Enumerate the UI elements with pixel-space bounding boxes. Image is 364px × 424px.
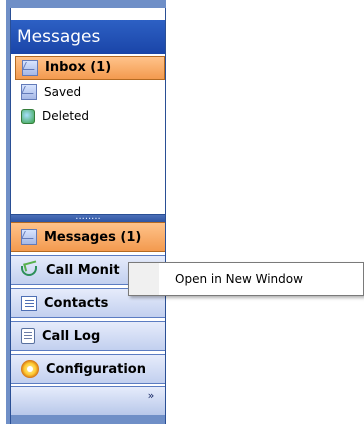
folder-item-inbox[interactable]: Inbox (1) bbox=[15, 56, 165, 80]
call-monitor-icon bbox=[21, 262, 39, 278]
folder-label: Inbox (1) bbox=[45, 60, 112, 75]
menu-item-open-new-window[interactable]: Open in New Window bbox=[175, 263, 303, 295]
call-log-icon bbox=[21, 328, 35, 344]
folder-list: Inbox (1) Saved Deleted bbox=[15, 56, 165, 128]
folder-item-deleted[interactable]: Deleted bbox=[15, 104, 165, 128]
folder-label: Deleted bbox=[42, 109, 90, 123]
contacts-icon bbox=[21, 295, 37, 311]
nav-label: Configuration bbox=[46, 361, 146, 377]
splitter-grip: ........ bbox=[75, 211, 101, 222]
nav-button-configuration[interactable]: Configuration bbox=[11, 354, 165, 384]
menu-icon-gutter bbox=[129, 263, 159, 295]
nav-label: Call Monit bbox=[46, 262, 120, 278]
context-menu: Open in New Window bbox=[128, 262, 364, 296]
nav-label: Messages (1) bbox=[44, 229, 142, 245]
chevron-down-icon[interactable]: » bbox=[145, 390, 157, 408]
envelope-icon bbox=[21, 229, 37, 245]
folder-item-saved[interactable]: Saved bbox=[15, 80, 165, 104]
pane-header: Messages bbox=[11, 20, 165, 54]
pane-title: Messages bbox=[17, 27, 101, 47]
navigation-pane: Messages Inbox (1) Saved Deleted .......… bbox=[10, 8, 166, 424]
nav-button-call-log[interactable]: Call Log bbox=[11, 321, 165, 351]
nav-label: Call Log bbox=[42, 328, 101, 344]
bottom-strip bbox=[11, 415, 165, 424]
folder-label: Saved bbox=[44, 85, 82, 99]
configuration-icon bbox=[21, 360, 39, 378]
envelope-icon bbox=[22, 60, 38, 76]
envelope-icon bbox=[21, 84, 37, 100]
nav-button-messages[interactable]: Messages (1) bbox=[11, 222, 165, 252]
overflow-button-bar[interactable]: » bbox=[11, 386, 165, 415]
nav-label: Contacts bbox=[44, 295, 109, 311]
pane-splitter[interactable]: ........ bbox=[11, 211, 165, 222]
trash-icon bbox=[21, 108, 35, 124]
